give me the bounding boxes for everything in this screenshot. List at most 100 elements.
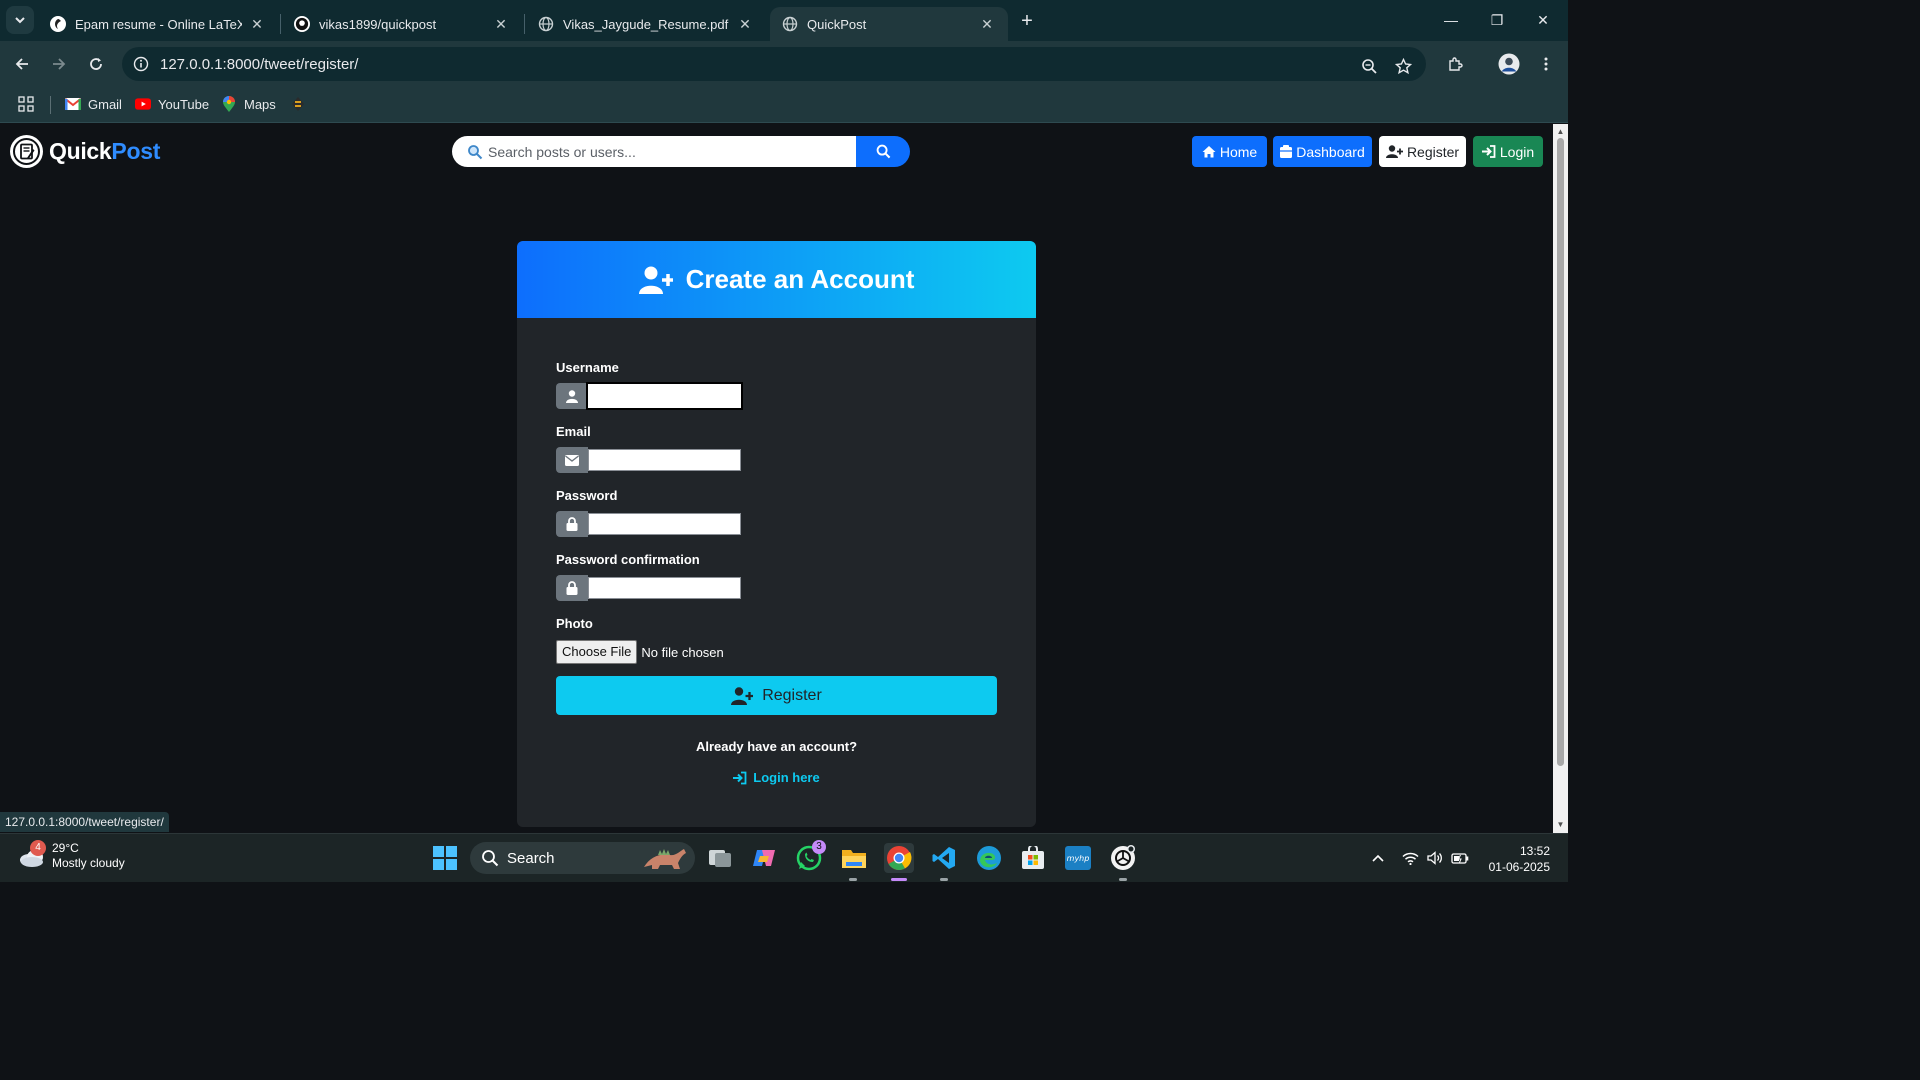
new-tab-button[interactable]: + [1016,10,1038,32]
page-viewport: QuickPost Search posts or users... Home … [0,124,1553,833]
login-here-link[interactable]: Login here [517,770,1036,785]
url-text[interactable]: 127.0.0.1:8000/tweet/register/ [160,56,358,73]
username-group [556,382,743,410]
lock-icon [556,511,588,537]
start-button[interactable] [430,843,460,873]
close-icon[interactable]: ✕ [736,16,754,33]
task-view-button[interactable] [705,843,735,873]
myhp-button[interactable]: myhp [1063,843,1093,873]
reload-button[interactable] [83,51,109,77]
extensions-button[interactable] [1442,51,1468,77]
username-field[interactable] [586,382,743,410]
bookmark-youtube[interactable]: YouTube [135,93,209,115]
password-field[interactable] [588,513,741,535]
weather-text: 29°C Mostly cloudy [52,841,125,871]
close-icon[interactable]: ✕ [492,16,510,33]
username-label: Username [556,360,619,375]
email-field[interactable] [588,449,741,471]
apps-button[interactable] [18,93,34,115]
nav-dashboard-button[interactable]: Dashboard [1273,136,1372,167]
nav-dashboard-label: Dashboard [1296,143,1365,160]
file-explorer-button[interactable] [839,843,869,873]
nav-login-label: Login [1499,143,1535,160]
tab-quickpost[interactable]: QuickPost ✕ [770,7,1008,41]
file-status: No file chosen [641,644,724,660]
tab-title: Epam resume - Online LaTeX Ec [75,16,242,32]
tab-resume-pdf[interactable]: Vikas_Jaygude_Resume.pdf ✕ [526,7,766,41]
clock-date: 01-06-2025 [1488,860,1550,874]
chrome-button[interactable] [884,843,914,873]
tab-title: vikas1899/quickpost [319,16,437,32]
dashboard-icon [1280,145,1293,159]
close-icon[interactable]: ✕ [248,16,266,33]
scroll-thumb[interactable] [1557,138,1564,766]
sign-in-icon [1481,145,1496,159]
tab-search-button[interactable] [6,6,34,34]
search-button[interactable] [856,136,910,167]
whatsapp-button[interactable]: 3 [794,840,826,873]
svg-text:myhp: myhp [1067,854,1090,863]
bookmark-star-icon[interactable] [1392,55,1414,77]
tab-github-quickpost[interactable]: vikas1899/quickpost ✕ [282,7,522,41]
tab-epam-resume[interactable]: Epam resume - Online LaTeX Ec ✕ [38,7,278,41]
scroll-up-arrow[interactable]: ▲ [1556,127,1565,136]
site-info-icon[interactable] [130,53,152,75]
scroll-down-arrow[interactable]: ▼ [1556,820,1565,829]
weather-widget[interactable]: 4 29°C Mostly cloudy [18,840,125,871]
bookmark-divider [50,96,51,114]
nav-login-button[interactable]: Login [1473,136,1543,167]
nav-home-button[interactable]: Home [1192,136,1267,167]
page-scrollbar[interactable]: ▲ ▼ [1553,124,1568,833]
password-confirmation-field[interactable] [588,577,741,599]
close-icon[interactable]: ✕ [978,16,996,33]
user-plus-icon [638,266,673,294]
chatgpt-button[interactable] [1108,843,1138,873]
forward-button[interactable] [46,51,72,77]
taskbar-search[interactable]: Search [470,842,695,874]
minimize-button[interactable]: — [1428,8,1474,32]
vscode-button[interactable] [929,843,959,873]
email-group [556,447,741,473]
nav-register-button[interactable]: Register [1379,136,1466,167]
show-hidden-icons-button[interactable] [1368,848,1388,868]
bookmark-logo-icon [290,96,306,112]
bookmark-gmail[interactable]: Gmail [65,93,122,115]
search-input[interactable]: Search posts or users... [452,136,856,167]
tab-separator [524,14,525,34]
zoom-icon[interactable] [1358,55,1380,77]
bookmark-maps[interactable]: Maps [221,93,276,115]
user-plus-icon [731,686,754,705]
back-button[interactable] [9,51,35,77]
arrow-right-icon [53,58,66,70]
restore-button[interactable]: ❐ [1474,8,1520,32]
sign-in-icon [733,771,747,784]
browser-menu-button[interactable] [1533,51,1559,77]
taskbar-search-label: Search [507,849,555,867]
github-icon [294,16,310,32]
bookmark-extra[interactable] [290,93,313,115]
wifi-icon[interactable] [1400,848,1420,868]
copilot-button[interactable] [749,843,779,873]
register-submit-button[interactable]: Register [556,676,997,715]
address-bar[interactable]: 127.0.0.1:8000/tweet/register/ [122,47,1426,81]
profile-avatar[interactable] [1496,51,1522,77]
whatsapp-badge: 3 [812,840,826,854]
weather-temp: 29°C [52,841,79,855]
microsoft-store-button[interactable] [1018,843,1048,873]
tab-title: QuickPost [807,16,867,32]
volume-icon[interactable] [1425,848,1445,868]
battery-icon[interactable] [1450,848,1470,868]
clock[interactable]: 13:52 01-06-2025 [1480,843,1550,875]
site-brand[interactable]: QuickPost [10,134,160,168]
choose-file-button[interactable]: Choose File [556,640,638,664]
maps-icon [221,95,237,112]
bookmark-label: Gmail [88,96,122,112]
edge-button[interactable] [974,843,1004,873]
close-window-button[interactable]: ✕ [1520,8,1566,32]
chrome-icon [887,846,912,871]
running-indicator [940,878,948,881]
browser-tabstrip: Epam resume - Online LaTeX Ec ✕ vikas189… [0,0,1568,41]
chatgpt-icon [1111,845,1135,870]
bookmarks-bar: Gmail YouTube Maps [0,87,1568,123]
page-title: Create an Account [685,264,915,294]
